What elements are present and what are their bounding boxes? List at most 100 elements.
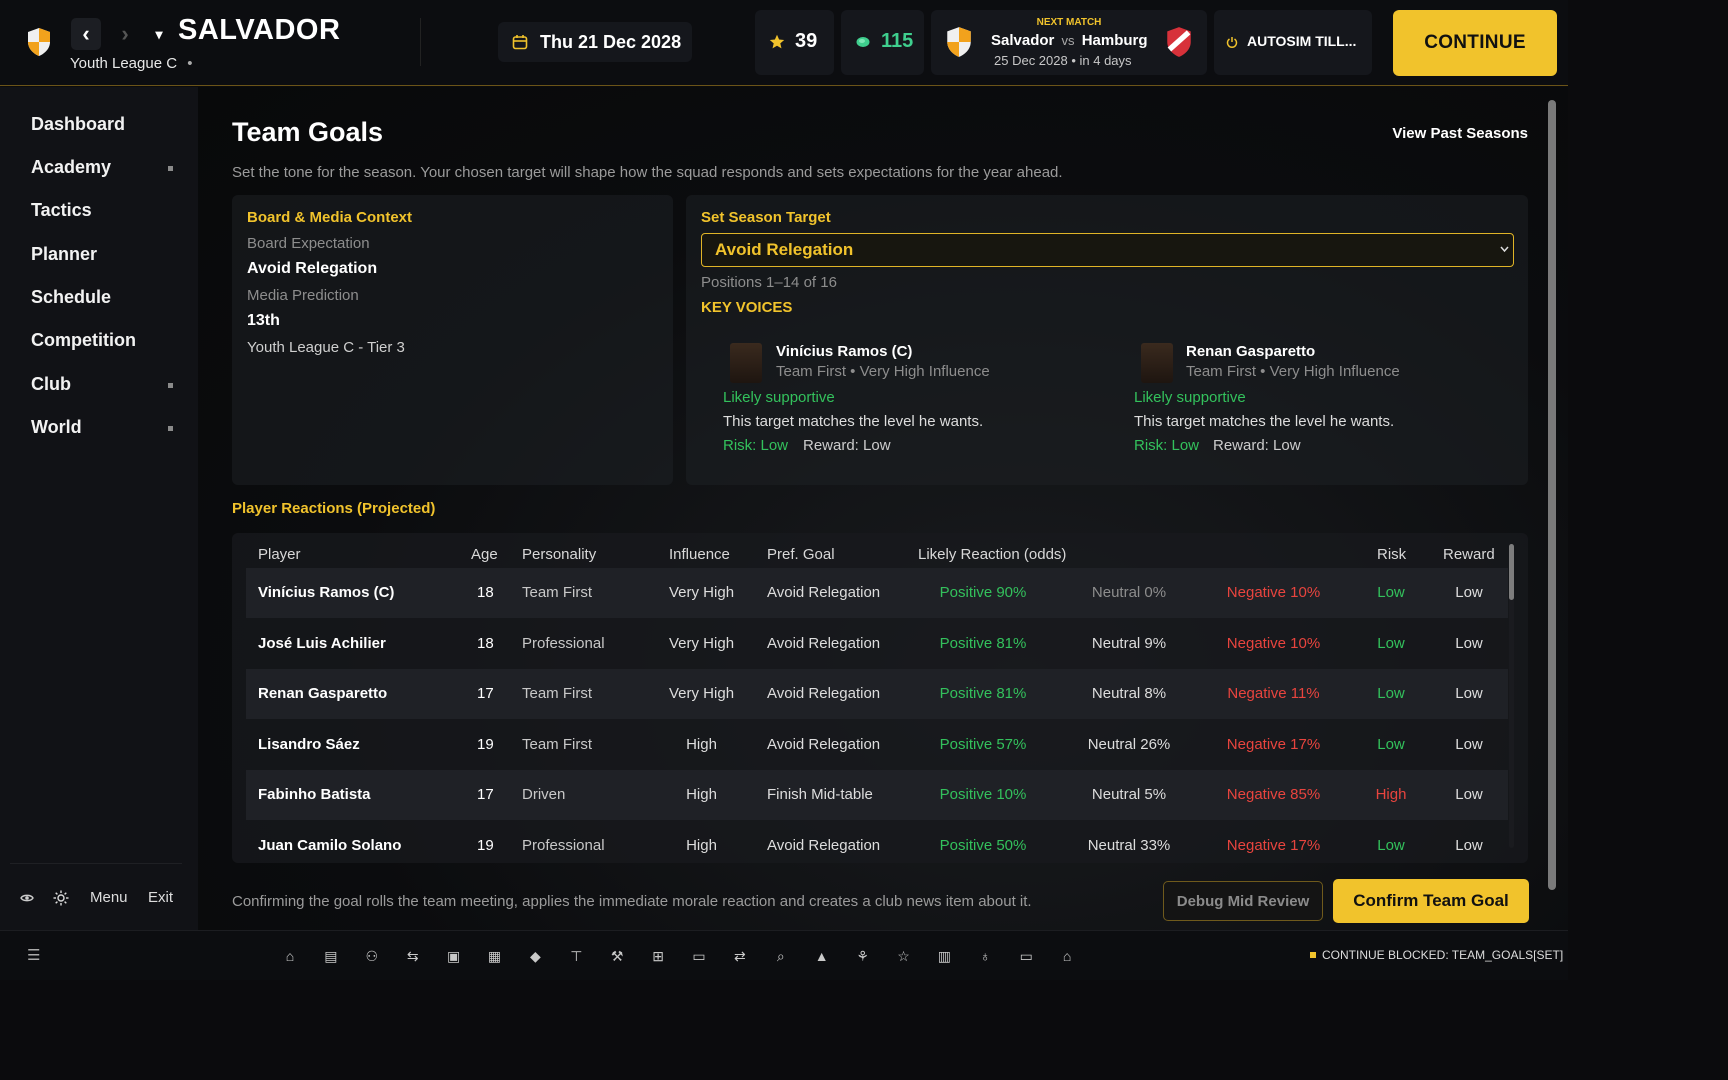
scouting-icon[interactable]: ◆ [526,947,544,965]
player-age: 17 [477,685,494,703]
player-name[interactable]: José Luis Achilier [258,635,386,652]
sun-icon[interactable] [53,890,69,906]
column-header-influence[interactable]: Influence [669,546,730,563]
player-age: 18 [477,634,494,652]
column-header-age[interactable]: Age [471,546,498,563]
table-scroll-thumb[interactable] [1509,544,1514,600]
table-row[interactable]: Lisandro Sáez 19 Team First High Avoid Releg… [246,720,1508,770]
column-header-player[interactable]: Player [258,546,301,563]
search-icon[interactable]: ⌕ [772,947,790,965]
voice-player-name[interactable]: Vinícius Ramos (C) [776,343,912,360]
voice-player-name[interactable]: Renan Gasparetto [1186,343,1315,360]
back-button[interactable]: ‹ [71,18,101,50]
player-personality: Team First [522,735,593,753]
sidebar-item-club[interactable]: Club [31,374,71,395]
award-icon[interactable]: ♁ [976,947,994,965]
reaction-neutral: Neutral 0% [1091,584,1167,601]
training-icon[interactable]: ⊤ [567,947,585,965]
save-icon[interactable]: ▣ [445,947,463,965]
alert-icon[interactable]: ▲ [813,947,831,965]
exchange-icon[interactable]: ⇄ [731,947,749,965]
coins-badge[interactable]: 115 [841,10,924,75]
sidebar-item-world[interactable]: World [31,417,82,438]
forward-button[interactable]: › [110,18,140,50]
column-header-risk[interactable]: Risk [1377,546,1406,563]
table-row[interactable]: Juan Camilo Solano 19 Professional High Avoi… [246,821,1508,863]
stars-count: 39 [795,30,818,52]
view-past-seasons-link[interactable]: View Past Seasons [1392,125,1528,142]
reward-value: Low [1455,685,1483,703]
submenu-indicator [168,166,173,171]
sidebar-item-planner[interactable]: Planner [31,244,97,265]
player-age: 17 [477,786,494,804]
network-icon[interactable]: ⚘ [854,947,872,965]
voice-note: This target matches the level he wants. [1134,413,1395,430]
stats-icon[interactable]: ▥ [935,947,953,965]
voice-risk: Risk: Low [1134,437,1200,454]
tactics-icon[interactable]: ⚒ [608,947,626,965]
player-influence: High [686,786,717,804]
player-personality: Professional [522,837,605,854]
season-target-select[interactable]: Avoid Relegation [701,233,1514,267]
reward-value: Low [1455,786,1483,804]
transfers-icon[interactable]: ⇆ [404,947,422,965]
debug-mid-review-button[interactable]: Debug Mid Review [1163,881,1323,921]
column-header-reward[interactable]: Reward [1443,546,1495,563]
player-name[interactable]: Renan Gasparetto [258,685,387,702]
league-tier: Youth League C - Tier 3 [247,339,405,356]
table-row[interactable]: José Luis Achilier 18 Professional Very Hig… [246,619,1508,669]
folder-icon[interactable]: ▭ [1017,947,1035,965]
sidebar-item-tactics[interactable]: Tactics [31,200,92,221]
table-row[interactable]: Renan Gasparetto 17 Team First Very High Avo… [246,669,1508,720]
player-name[interactable]: Vinícius Ramos (C) [258,584,394,601]
reward-value: Low [1455,735,1483,753]
confirm-team-goal-button[interactable]: Confirm Team Goal [1333,879,1529,923]
calendar-icon[interactable]: ▦ [486,947,504,965]
column-header-personality[interactable]: Personality [522,546,596,563]
player-influence: Very High [669,685,735,703]
stadium-icon[interactable]: ⌂ [1058,947,1076,965]
player-personality: Team First [522,685,593,703]
sidebar-item-academy[interactable]: Academy [31,157,111,178]
table-row[interactable]: Vinícius Ramos (C) 18 Team First Very High A… [246,568,1508,618]
player-name[interactable]: Juan Camilo Solano [258,837,401,854]
league-name[interactable]: Youth League C • [70,55,192,72]
table-row[interactable]: Fabinho Batista 17 Driven High Finish Mid-ta… [246,770,1508,821]
club-dropdown-button[interactable]: ▾ [144,18,174,50]
hamburger-menu-icon[interactable]: ☰ [27,946,40,964]
date-display[interactable]: Thu 21 Dec 2028 [498,22,692,62]
media-prediction-value: 13th [247,312,280,329]
player-name[interactable]: Fabinho Batista [258,786,371,803]
continue-button[interactable]: CONTINUE [1393,10,1557,76]
reaction-positive: Positive 81% [939,685,1027,703]
finance-icon[interactable]: ▭ [690,947,708,965]
reaction-negative: Negative 11% [1227,685,1320,703]
risk-value: Low [1377,685,1405,703]
sidebar-item-competition[interactable]: Competition [31,330,136,351]
player-influence: High [686,735,717,753]
sidebar-item-dashboard[interactable]: Dashboard [31,114,125,135]
column-header-reaction[interactable]: Likely Reaction (odds) [918,546,1066,563]
top-bar: ‹ › ▾ SALVADOR Youth League C • Thu 21 D… [0,0,1568,86]
home-crest-icon [947,27,971,57]
next-match-card[interactable]: NEXT MATCH Salvador vs Hamburg 25 Dec 20… [931,10,1207,75]
exit-link[interactable]: Exit [148,889,173,906]
squad-icon[interactable]: ⚇ [363,947,381,965]
reaction-positive: Positive 50% [939,837,1027,854]
column-header-pref-goal[interactable]: Pref. Goal [767,546,835,563]
home-icon[interactable]: ⌂ [281,947,299,965]
menu-link[interactable]: Menu [90,889,128,906]
eye-icon[interactable] [20,893,34,903]
sidebar: Dashboard Academy Tactics Planner Schedu… [0,87,198,930]
player-name[interactable]: Lisandro Sáez [258,736,360,753]
star-icon[interactable]: ☆ [895,947,913,965]
sidebar-item-schedule[interactable]: Schedule [31,287,111,308]
table-scrollbar[interactable] [1509,544,1514,848]
medical-icon[interactable]: ⊞ [649,947,667,965]
reputation-badge[interactable]: 39 [755,10,834,75]
status-indicator [1310,952,1316,958]
autosim-button[interactable]: AUTOSIM TILL... [1214,10,1372,75]
page-scrollbar[interactable] [1548,100,1556,890]
news-icon[interactable]: ▤ [322,947,340,965]
player-pref-goal: Finish Mid-table [767,786,873,804]
